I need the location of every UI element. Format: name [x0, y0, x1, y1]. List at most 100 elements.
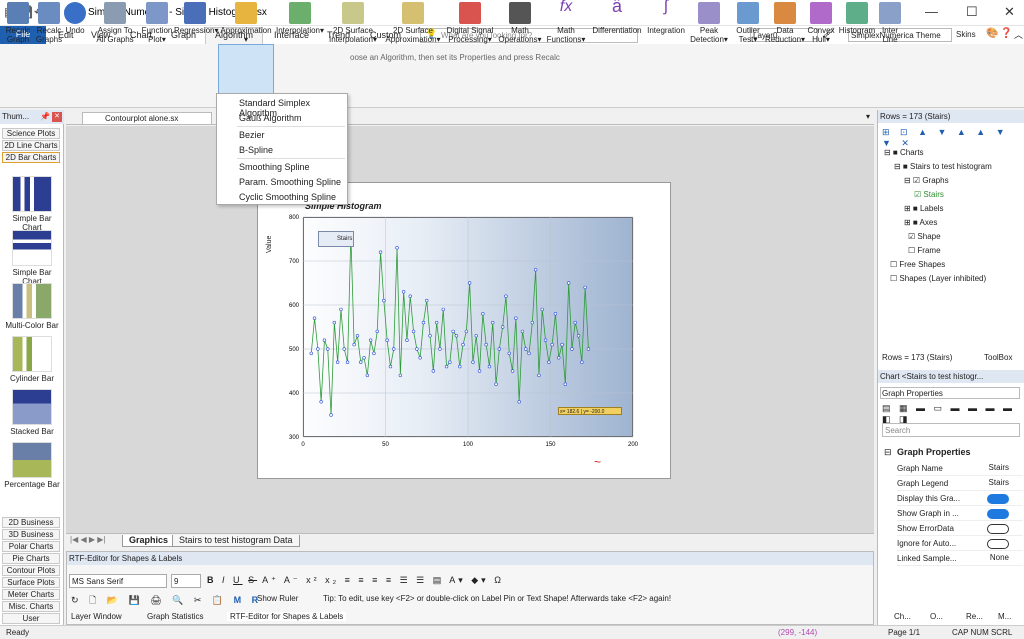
tree-frame[interactable]: ☐ Frame — [908, 246, 941, 255]
data-point[interactable] — [557, 356, 561, 360]
data-point[interactable] — [494, 382, 498, 386]
data-point[interactable] — [322, 338, 327, 342]
data-point[interactable] — [355, 334, 360, 338]
tab-rows[interactable]: Rows = 173 (Stairs) — [882, 353, 952, 362]
chart-page[interactable]: Simple Histogram 0 50 100 150 200 800 700 600 50… — [257, 182, 671, 479]
data-point[interactable] — [454, 334, 459, 338]
category-user-evaluations[interactable]: User Evaluations — [2, 613, 60, 633]
data-point[interactable] — [378, 250, 383, 254]
data-point[interactable] — [527, 351, 531, 356]
data-point[interactable] — [586, 347, 591, 351]
pin-icon[interactable]: 📌 — [40, 112, 50, 121]
thumb-percentage-bar[interactable]: Percentage Bar — [4, 442, 60, 489]
histogram-button[interactable]: Histogram — [837, 2, 877, 35]
data-point[interactable] — [517, 400, 521, 404]
recalc-graph-button[interactable]: Recalc Graph — [2, 2, 34, 44]
assign-to-all-graphs-button[interactable]: Assign To All Graphs — [95, 2, 135, 44]
data-reduction-button[interactable]: Data Reduction▾ — [765, 2, 805, 44]
2d-surface-interpolation-button[interactable]: 2D Surface Interpolation▾ — [326, 2, 380, 44]
prop-display-graph[interactable]: Display this Gra... — [897, 491, 1023, 506]
data-point[interactable] — [395, 246, 399, 250]
data-point[interactable] — [524, 347, 528, 351]
approximation-button[interactable]: Approximation ▾ — [218, 2, 274, 44]
peak-detection-button[interactable]: Peak Detection▾ — [689, 2, 729, 44]
bottom-tab-graph-statistics[interactable]: Graph Statistics — [147, 612, 203, 621]
data-point[interactable] — [415, 347, 419, 351]
data-point[interactable] — [332, 320, 337, 325]
menu-bezier[interactable]: Bezier — [239, 130, 265, 140]
data-point[interactable] — [497, 347, 502, 351]
data-point[interactable] — [388, 364, 393, 369]
data-point[interactable] — [345, 360, 350, 364]
data-point[interactable] — [319, 400, 323, 404]
approximation-button-highlight[interactable] — [218, 44, 274, 94]
bottom-tab-layer-window[interactable]: Layer Window — [71, 612, 122, 621]
tree-stairs[interactable]: ☑ Stairs — [914, 190, 944, 199]
thumb-simple-bar-chart[interactable]: Simple Bar Chart — [4, 176, 60, 232]
math-operations-button[interactable]: Math Operations▾ — [496, 2, 544, 44]
menu-b-spline[interactable]: B-Spline — [239, 145, 273, 155]
thumb-multi-color-bar[interactable]: Multi-Color Bar — [4, 283, 60, 330]
tilde-shape[interactable]: ~ — [594, 455, 601, 469]
data-point[interactable] — [481, 312, 485, 316]
prop-show-graph-in[interactable]: Show Graph in ... — [897, 506, 1023, 521]
data-point[interactable] — [365, 373, 370, 378]
data-point[interactable] — [500, 325, 505, 329]
recalc-graphs-button[interactable]: Recalc Graphs — [34, 2, 64, 44]
data-point[interactable] — [372, 351, 376, 356]
doc-tab-menu-icon[interactable]: ▾ — [866, 112, 870, 121]
outlier-test-button[interactable]: Outlier Test▾ — [731, 2, 765, 44]
bottom-tab-rtf-editor[interactable]: RTF-Editor for Shapes & Labels — [227, 612, 347, 621]
data-point[interactable] — [487, 364, 492, 369]
menu-smoothing-spline[interactable]: Smoothing Spline — [239, 162, 310, 172]
prop-ignore-for-auto[interactable]: Ignore for Auto... — [897, 536, 1023, 551]
category-surface-plots[interactable]: Surface Plots — [2, 577, 60, 588]
tree-axes[interactable]: ⊞ ■ Axes — [904, 218, 937, 227]
data-point[interactable] — [566, 281, 571, 285]
palette-icon[interactable]: 🎨 — [986, 28, 998, 39]
data-point[interactable] — [312, 316, 317, 320]
category-meter-charts[interactable]: Meter Charts — [2, 589, 60, 600]
data-point[interactable] — [550, 342, 554, 347]
data-point[interactable] — [563, 382, 568, 386]
close-icon[interactable]: ✕ — [1004, 4, 1015, 20]
data-point[interactable] — [431, 369, 436, 373]
data-point[interactable] — [560, 342, 564, 347]
data-point[interactable] — [401, 290, 406, 294]
prop-graph-legend[interactable]: Graph Legend Stairs — [897, 476, 1023, 491]
legend[interactable]: Stairs — [318, 231, 354, 247]
data-point[interactable] — [428, 334, 432, 338]
data-point[interactable] — [425, 298, 429, 303]
data-point[interactable] — [484, 342, 488, 347]
thumb-simple-bar-chart-horizontal[interactable]: Simple Bar Chart — [4, 230, 60, 286]
data-point[interactable] — [514, 316, 518, 320]
tree-shapes-layer-inhibited[interactable]: ☐ Shapes (Layer inhibited) — [890, 274, 986, 283]
data-point[interactable] — [504, 294, 508, 298]
inter-line-button[interactable]: Inter Line — [878, 2, 902, 44]
category-science-plots[interactable]: Science Plots — [2, 128, 60, 139]
data-point[interactable] — [458, 364, 462, 369]
data-point[interactable] — [510, 369, 515, 373]
data-point[interactable] — [580, 360, 584, 364]
minimize-icon[interactable]: — — [925, 4, 938, 19]
data-point[interactable] — [411, 329, 416, 334]
help-icon[interactable]: ❓ — [1000, 28, 1012, 39]
data-point[interactable] — [464, 329, 469, 334]
menu-param-smoothing-spline[interactable]: Param. Smoothing Spline — [239, 177, 341, 187]
data-point[interactable] — [392, 347, 396, 351]
section-collapse-icon[interactable]: ⊟ — [884, 447, 892, 458]
prop-graph-name[interactable]: Graph Name Stairs — [897, 461, 1023, 476]
data-point[interactable] — [398, 373, 403, 378]
data-point[interactable] — [316, 347, 320, 351]
tree-charts[interactable]: ⊟ ■ Charts — [884, 148, 924, 157]
data-point[interactable] — [547, 360, 551, 364]
category-contour-plots[interactable]: Contour Plots — [2, 565, 60, 576]
tree-labels[interactable]: ⊞ ■ Labels — [904, 204, 944, 213]
tab-toolbox[interactable]: ToolBox — [984, 353, 1012, 362]
series-line[interactable] — [310, 234, 589, 416]
data-point[interactable] — [520, 329, 525, 334]
data-point[interactable] — [474, 334, 478, 338]
tree-toolbar[interactable]: ⊞ ⊡ ▲ ▼ ▲ ▲ ▼ ▼ ✕ — [882, 127, 1024, 149]
data-point[interactable] — [405, 338, 409, 342]
toggle-off-icon[interactable] — [987, 539, 1009, 549]
